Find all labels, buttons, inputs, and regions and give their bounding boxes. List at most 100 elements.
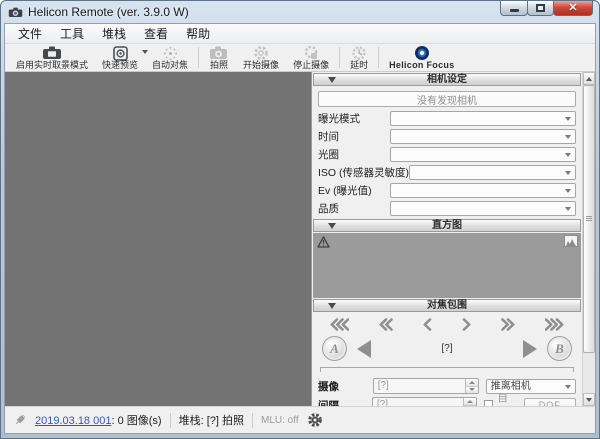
section-title: 对焦包围	[314, 300, 580, 311]
interval-stepper[interactable]: [?]	[372, 397, 477, 406]
chevron-down-icon	[565, 385, 571, 389]
histogram-mode-button[interactable]	[564, 235, 578, 247]
field-row-exposure-mode: 曝光模式	[318, 111, 576, 126]
focus-range-slider[interactable]	[320, 367, 574, 372]
collapse-triangle-icon	[328, 303, 336, 309]
iso-select[interactable]	[409, 165, 576, 180]
maximize-button[interactable]	[527, 1, 554, 16]
toolbar-button-take-photo[interactable]: 拍照	[202, 44, 236, 71]
step-far-right-icon[interactable]	[545, 318, 564, 331]
field-label: 时间	[318, 129, 339, 144]
stepper-buttons	[465, 379, 478, 393]
toolbar-button-autofocus[interactable]: 自动对焦	[145, 44, 195, 71]
take-photo-icon	[209, 46, 229, 60]
collapse-triangle-icon	[328, 223, 336, 229]
point-b-button[interactable]: B	[547, 336, 572, 361]
start-video-icon	[253, 46, 269, 60]
close-icon: ✕	[568, 3, 577, 14]
app-window: Helicon Remote (ver. 3.9.0 W) ✕ 文件 工具 堆栈…	[0, 0, 600, 439]
stepper-buttons	[463, 398, 476, 406]
stepper-value: [?]	[373, 398, 463, 406]
live-view-viewport	[5, 72, 312, 406]
collapse-triangle-icon	[328, 77, 336, 83]
session-folder-link[interactable]: 2019.03.18 001	[35, 415, 111, 427]
step-far-left-icon[interactable]	[330, 318, 349, 331]
stepper-down-button[interactable]	[464, 406, 476, 407]
menu-stack[interactable]: 堆栈	[93, 23, 135, 44]
field-row-iso: ISO (传感器灵敏度)	[318, 165, 576, 180]
shutter-time-select[interactable]	[390, 129, 576, 144]
title-bar[interactable]: Helicon Remote (ver. 3.9.0 W) ✕	[1, 1, 599, 23]
toolbar: 启用实时取景模式 快速预览	[5, 44, 595, 72]
minimize-icon	[510, 9, 519, 12]
close-button[interactable]: ✕	[553, 1, 593, 16]
auto-interval-checkbox[interactable]	[484, 400, 494, 407]
step-mid-left-icon[interactable]	[379, 318, 393, 331]
toolbar-separator	[339, 47, 340, 68]
section-title: 相机设定	[314, 74, 580, 85]
toolbar-button-label: 延时	[350, 60, 368, 70]
menu-file[interactable]: 文件	[9, 23, 51, 44]
stepper-value: [?]	[374, 379, 465, 393]
point-a-button[interactable]: A	[322, 336, 347, 361]
field-label: ISO (传感器灵敏度)	[318, 165, 409, 180]
stepper-up-button[interactable]	[466, 379, 478, 387]
exposure-mode-select[interactable]	[390, 111, 576, 126]
scroll-down-button[interactable]	[583, 393, 595, 406]
toolbar-button-helicon-focus[interactable]: Helicon Focus	[382, 44, 461, 71]
client-area: 文件 工具 堆栈 查看 帮助 启用实时取景模式	[4, 23, 596, 434]
chevron-up-icon	[467, 400, 473, 403]
stepper-down-button[interactable]	[466, 387, 478, 394]
shots-label: 摄像	[318, 379, 373, 394]
focus-position-value: [?]	[371, 343, 523, 354]
histogram-display	[313, 233, 581, 298]
menu-view[interactable]: 查看	[135, 23, 177, 44]
panel-scrollbar[interactable]	[582, 72, 595, 406]
quality-select[interactable]	[390, 201, 576, 216]
toolbar-button-live-view[interactable]: 启用实时取景模式	[9, 44, 95, 71]
menu-tools[interactable]: 工具	[51, 23, 93, 44]
section-header-focus-bracketing[interactable]: 对焦包围	[313, 299, 581, 312]
step-mid-right-icon[interactable]	[501, 318, 515, 331]
status-bar: 2019.03.18 001: 0 图像(s) 堆栈: [?] 拍照 MLU: …	[5, 406, 595, 433]
toolbar-button-label: 自动对焦	[152, 60, 188, 70]
scroll-up-button[interactable]	[583, 72, 595, 85]
step-small-left-icon[interactable]	[423, 318, 432, 331]
window-title: Helicon Remote (ver. 3.9.0 W)	[28, 5, 189, 19]
toolbar-button-label: 快速预览	[102, 60, 138, 70]
field-label: 光圈	[318, 147, 339, 162]
aperture-select[interactable]	[390, 147, 576, 162]
status-separator	[170, 413, 171, 428]
toolbar-button-start-video[interactable]: 开始摄像	[236, 44, 286, 71]
right-panel-content: 相机设定 没有发现相机 曝光模式 时间	[312, 72, 582, 406]
direction-select[interactable]: 推离相机	[486, 379, 576, 394]
ev-select[interactable]	[390, 183, 576, 198]
toolbar-button-stop-video[interactable]: 停止摄像	[286, 44, 336, 71]
toolbar-button-quick-preview[interactable]: 快速预览	[95, 44, 145, 71]
minimize-button[interactable]	[500, 1, 528, 16]
settings-gear-icon[interactable]	[307, 412, 323, 428]
mlu-status-text: MLU: off	[261, 415, 299, 426]
chevron-down-icon	[565, 117, 571, 121]
mini-histogram-icon	[566, 238, 576, 246]
dof-button[interactable]: DOF	[524, 398, 576, 407]
section-header-histogram[interactable]: 直方图	[313, 219, 581, 232]
no-camera-found-button[interactable]: 没有发现相机	[318, 91, 576, 107]
toolbar-button-timelapse[interactable]: 延时	[343, 44, 375, 71]
step-small-right-icon[interactable]	[462, 318, 471, 331]
maximize-icon	[536, 4, 545, 12]
focus-step-arrows	[312, 312, 582, 333]
field-row-ev: Ev (曝光值)	[318, 183, 576, 198]
menu-help[interactable]: 帮助	[177, 23, 219, 44]
helicon-focus-icon	[414, 46, 430, 60]
field-row-time: 时间	[318, 129, 576, 144]
shots-stepper[interactable]: [?]	[373, 378, 479, 394]
move-right-icon[interactable]	[523, 340, 537, 358]
images-count-text: : 0 图像(s)	[111, 415, 161, 427]
toolbar-button-label: 开始摄像	[243, 60, 279, 70]
move-left-icon[interactable]	[357, 340, 371, 358]
section-header-camera-settings[interactable]: 相机设定	[313, 73, 581, 86]
stepper-up-button[interactable]	[464, 398, 476, 406]
scrollbar-thumb[interactable]	[583, 85, 595, 353]
stack-info-text: 堆栈: [?] 拍照	[179, 412, 244, 428]
